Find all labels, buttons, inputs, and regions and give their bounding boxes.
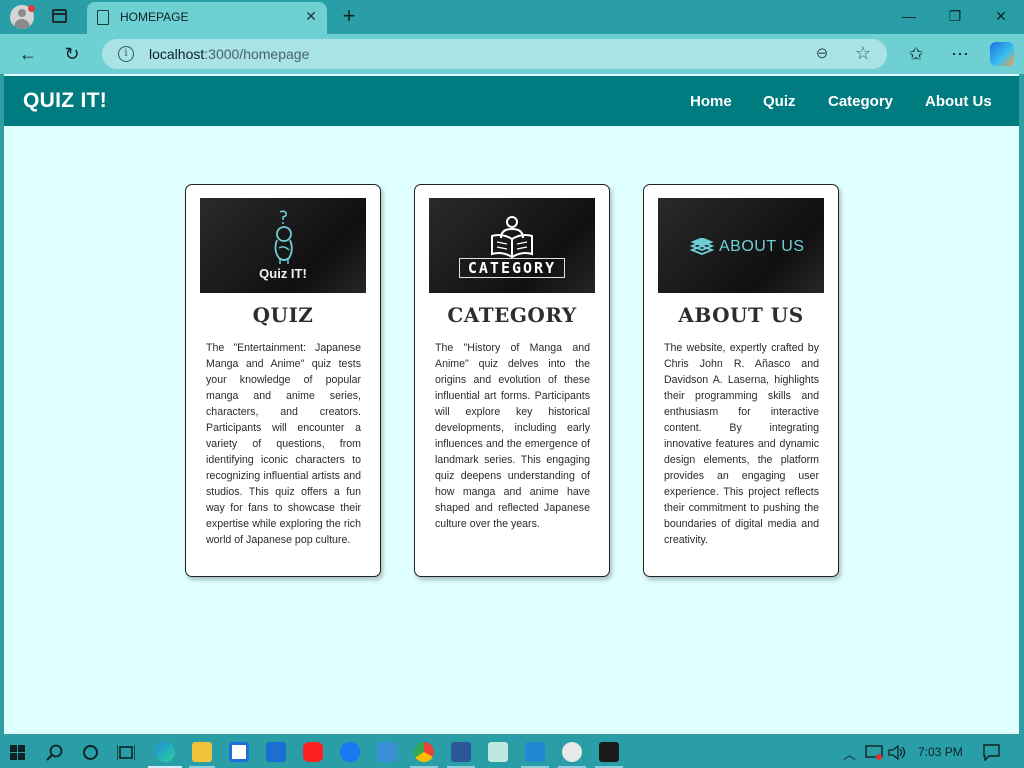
url-text[interactable]: localhost:3000/homepage [149,46,309,62]
taskbar-clock[interactable]: 7:03 PM [918,745,963,759]
about-card-title: ABOUT US [678,303,804,327]
back-button[interactable]: ← [16,42,40,66]
browser-toolbar: ← ↻ i localhost:3000/homepage ⊖ ☆ ✩ ⋯ [0,34,1024,74]
copilot-icon[interactable] [990,42,1014,66]
task-view-icon[interactable] [117,744,135,761]
volume-icon[interactable] [888,745,906,760]
settings-more-icon[interactable]: ⋯ [948,42,972,66]
tab-actions-icon[interactable] [52,9,67,23]
favorite-star-icon[interactable]: ☆ [853,43,873,63]
search-icon[interactable] [46,744,63,761]
category-image-caption: CATEGORY [459,258,565,278]
reading-person-icon [491,216,533,258]
nav-link-home[interactable]: Home [690,93,732,110]
close-window-button[interactable]: ✕ [991,6,1011,26]
web-page: QUIZ IT! Home Quiz Category About Us Qui… [4,74,1019,734]
browser-tab-homepage[interactable]: HOMEPAGE ✕ [87,2,327,34]
network-icon[interactable] [865,745,883,760]
category-card[interactable]: CATEGORY CATEGORY The "History of Manga … [414,184,610,577]
about-card-description: The website, expertly crafted by Chris J… [664,342,819,546]
books-stack-icon [690,238,714,255]
about-image-caption: ABOUT US [719,238,805,255]
quiz-card-title: QUIZ [252,303,314,327]
url-path: :3000/homepage [204,46,310,62]
new-tab-button[interactable]: + [338,4,360,28]
chrome-icon[interactable] [414,742,434,762]
nav-link-quiz[interactable]: Quiz [763,93,796,110]
site-header: QUIZ IT! Home Quiz Category About Us [4,76,1019,126]
category-card-title: CATEGORY [447,303,577,327]
zoom-out-icon[interactable]: ⊖ [813,45,831,63]
site-info-icon[interactable]: i [118,46,134,62]
reload-button[interactable]: ↻ [60,42,84,66]
address-bar[interactable]: i localhost:3000/homepage ⊖ ☆ [102,39,887,69]
quiz-card-image[interactable]: Quiz IT! [200,198,366,293]
category-card-image[interactable]: CATEGORY [429,198,595,293]
nav-link-category[interactable]: Category [828,93,893,110]
word-icon[interactable] [451,742,471,762]
facebook-icon[interactable] [340,742,360,762]
page-icon [97,10,109,25]
browser-tab-bar: HOMEPAGE ✕ + — ❐ ✕ [0,0,1024,34]
file-explorer-icon[interactable] [192,742,212,762]
nav-link-about-us[interactable]: About Us [925,93,992,110]
edge-icon[interactable] [155,742,175,762]
youtube-icon[interactable] [303,742,323,762]
quiz-mascot-icon [274,210,293,264]
quiz-card[interactable]: Quiz IT! QUIZ The "Entertainment: Japane… [185,184,381,577]
about-card[interactable]: ABOUT US ABOUT US The website, expertly … [643,184,839,577]
terminal-icon[interactable] [599,742,619,762]
url-host: localhost [149,46,205,62]
minimize-button[interactable]: — [899,6,919,26]
show-hidden-icons-icon[interactable]: ︿ [843,744,856,763]
paint-icon[interactable] [562,742,582,762]
restore-button[interactable]: ❐ [945,6,965,26]
about-card-image[interactable]: ABOUT US [658,198,824,293]
tab-title: HOMEPAGE [120,10,189,24]
cortana-icon[interactable] [82,744,99,761]
windows-taskbar: ︿ 7:03 PM [0,736,1024,768]
tab-close-icon[interactable]: ✕ [303,8,319,24]
quiz-image-caption: Quiz IT! [259,266,307,281]
category-card-description: The "History of Manga and Anime" quiz de… [435,342,590,530]
quiz-card-description: The "Entertainment: Japanese Manga and A… [206,342,361,546]
vscode-icon[interactable] [525,742,545,762]
notification-dot-icon [28,5,35,12]
site-brand[interactable]: QUIZ IT! [23,89,107,113]
mail-icon[interactable] [266,742,286,762]
notepad-icon[interactable] [488,742,508,762]
favorites-icon[interactable]: ✩ [904,42,928,66]
store-icon[interactable] [229,742,249,762]
notifications-icon[interactable] [983,744,1000,761]
windows-start-icon[interactable] [10,745,25,760]
remote-desktop-icon[interactable] [377,742,397,762]
